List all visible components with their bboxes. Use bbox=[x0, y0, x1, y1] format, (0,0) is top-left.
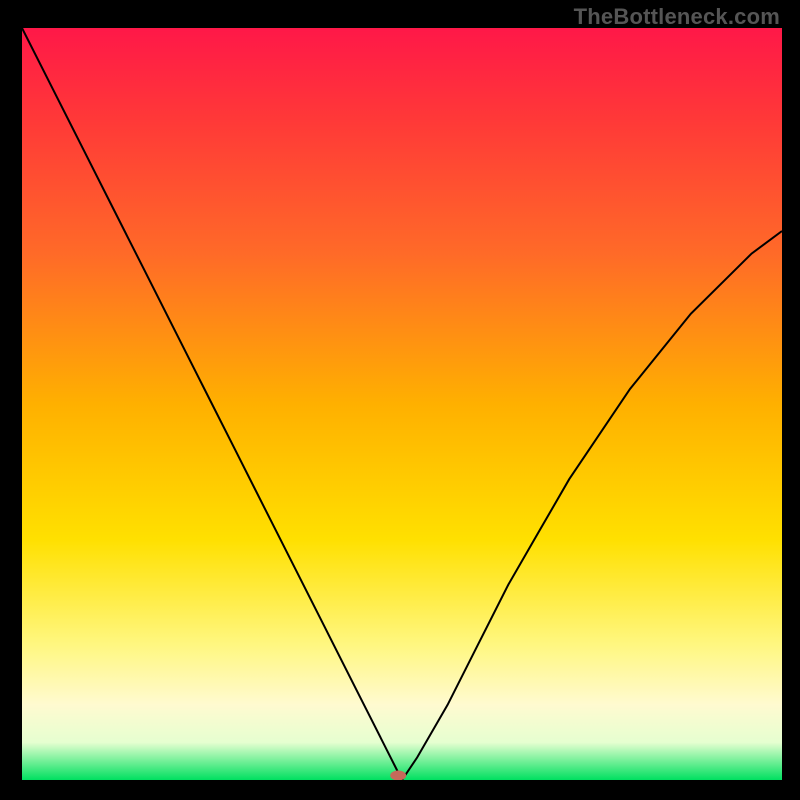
watermark-text: TheBottleneck.com bbox=[574, 4, 780, 30]
chart-container bbox=[22, 28, 782, 780]
bottleneck-chart bbox=[22, 28, 782, 780]
gradient-background bbox=[22, 28, 782, 780]
